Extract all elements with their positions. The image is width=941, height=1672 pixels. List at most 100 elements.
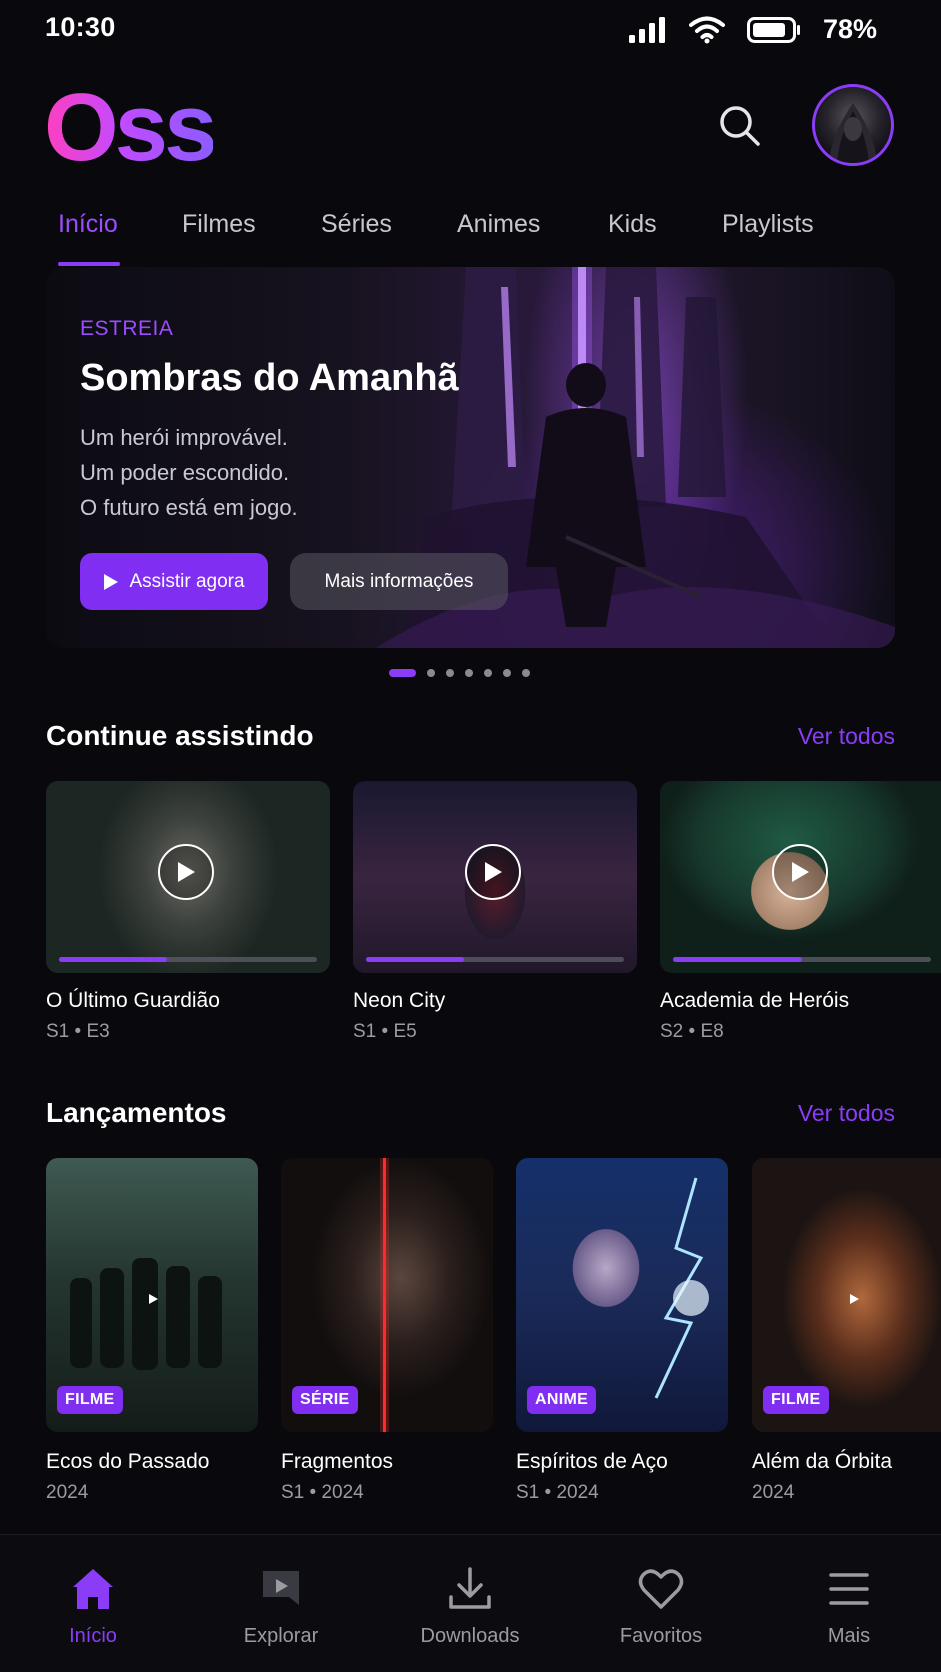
battery-icon <box>746 16 800 43</box>
hero-pager <box>389 669 530 677</box>
app-logo[interactable]: Oss <box>44 80 217 176</box>
nav-mais[interactable]: Mais <box>769 1565 929 1648</box>
release-poster: FILME <box>46 1158 258 1432</box>
play-icon <box>792 862 809 882</box>
nav-label: Início <box>69 1625 117 1647</box>
pager-dot[interactable] <box>522 669 530 677</box>
play-icon <box>104 573 119 590</box>
explore-icon <box>263 1571 299 1605</box>
continue-see-all-link[interactable]: Ver todos <box>798 723 895 750</box>
nav-label: Downloads <box>420 1625 520 1647</box>
release-title: Espíritos de Aço <box>516 1450 668 1473</box>
more-info-label: Mais informações <box>324 570 474 592</box>
type-badge: FILME <box>57 1386 123 1414</box>
category-tabs: Início Filmes Séries Animes Kids Playlis… <box>0 200 941 268</box>
release-meta: S1 • 2024 <box>516 1482 599 1503</box>
continue-title: Academia de Heróis <box>660 989 850 1012</box>
tab-inicio[interactable]: Início <box>58 210 118 239</box>
pager-dot[interactable] <box>446 669 454 677</box>
play-icon <box>485 862 502 882</box>
tab-animes[interactable]: Animes <box>457 210 540 239</box>
continue-title: O Último Guardião <box>46 989 220 1012</box>
nav-favoritos[interactable]: Favoritos <box>581 1565 741 1648</box>
hero-kicker: ESTREIA <box>80 317 174 340</box>
battery-percentage: 78% <box>822 14 877 44</box>
hero-tagline: Um poder escondido. <box>80 460 290 485</box>
active-tab-indicator <box>58 262 120 266</box>
hero-banner[interactable]: ESTREIA Sombras do Amanhã Um herói impro… <box>46 267 895 648</box>
status-bar: 10:30 78% <box>0 0 941 56</box>
download-icon <box>449 1567 491 1609</box>
tab-filmes[interactable]: Filmes <box>182 210 256 239</box>
hero-title: Sombras do Amanhã <box>80 357 459 399</box>
pager-dot[interactable] <box>427 669 435 677</box>
release-title: Ecos do Passado <box>46 1450 210 1473</box>
type-badge: FILME <box>763 1386 829 1414</box>
pager-dot[interactable] <box>484 669 492 677</box>
tab-playlists[interactable]: Playlists <box>722 210 814 239</box>
progress-fill <box>366 957 465 962</box>
avatar[interactable] <box>812 84 894 166</box>
home-icon <box>73 1569 113 1609</box>
signal-icon <box>628 16 665 43</box>
tab-kids[interactable]: Kids <box>608 210 657 239</box>
continue-watching-title: Continue assistindo <box>46 720 314 751</box>
pager-dot[interactable] <box>465 669 473 677</box>
release-meta: S1 • 2024 <box>281 1482 364 1503</box>
watch-now-label: Assistir agora <box>129 570 245 592</box>
release-card[interactable]: ANIME Espíritos de Aço S1 • 2024 <box>516 1158 728 1504</box>
hero-tagline: O futuro está em jogo. <box>80 495 298 520</box>
type-badge: SÉRIE <box>292 1386 358 1414</box>
continue-card[interactable]: Neon City S1 • E5 <box>353 781 637 1043</box>
continue-card[interactable]: Academia de Heróis S2 • E8 <box>660 781 941 1043</box>
bottom-navigation: Início Explorar Downloads Favoritos Mais <box>0 1534 941 1672</box>
play-icon <box>178 862 195 882</box>
search-icon <box>720 106 760 146</box>
progress-bar <box>366 957 624 962</box>
status-icons: 78% <box>628 14 877 45</box>
menu-icon <box>829 1573 869 1605</box>
nav-explorar[interactable]: Explorar <box>201 1565 361 1648</box>
continue-title: Neon City <box>353 989 446 1012</box>
releases-see-all-link[interactable]: Ver todos <box>798 1100 895 1127</box>
release-card[interactable]: FILME Além da Órbita 2024 <box>752 1158 941 1504</box>
continue-thumbnail <box>660 781 941 973</box>
continue-card[interactable]: O Último Guardião S1 • E3 <box>46 781 330 1043</box>
play-button[interactable] <box>158 844 214 900</box>
nav-label: Mais <box>827 1625 871 1647</box>
continue-thumbnail <box>46 781 330 973</box>
hero-tagline: Um herói improvável. <box>80 425 288 450</box>
play-button[interactable] <box>465 844 521 900</box>
avatar-image <box>829 103 877 163</box>
status-time: 10:30 <box>45 12 116 42</box>
release-meta: 2024 <box>46 1482 89 1503</box>
wifi-icon <box>688 16 725 43</box>
continue-thumbnail <box>353 781 637 973</box>
release-title: Além da Órbita <box>752 1450 893 1473</box>
nav-label: Favoritos <box>619 1625 703 1647</box>
continue-episode: S2 • E8 <box>660 1021 724 1042</box>
tab-series[interactable]: Séries <box>321 210 392 239</box>
pager-dot[interactable] <box>389 669 416 677</box>
watch-now-button[interactable]: Assistir agora <box>80 553 268 610</box>
search-button[interactable] <box>716 102 764 150</box>
continue-episode: S1 • E3 <box>46 1021 110 1042</box>
release-card[interactable]: FILME Ecos do Passado 2024 <box>46 1158 258 1504</box>
continue-episode: S1 • E5 <box>353 1021 417 1042</box>
progress-bar <box>673 957 931 962</box>
release-title: Fragmentos <box>281 1450 394 1473</box>
type-badge: ANIME <box>527 1386 597 1414</box>
release-card[interactable]: SÉRIE Fragmentos S1 • 2024 <box>281 1158 493 1504</box>
progress-fill <box>59 957 168 962</box>
play-button[interactable] <box>772 844 828 900</box>
release-poster: ANIME <box>516 1158 728 1432</box>
release-poster: SÉRIE <box>281 1158 493 1432</box>
heart-icon <box>638 1569 684 1609</box>
pager-dot[interactable] <box>503 669 511 677</box>
release-meta: 2024 <box>752 1482 795 1503</box>
nav-inicio[interactable]: Início <box>13 1565 173 1648</box>
nav-downloads[interactable]: Downloads <box>390 1565 550 1648</box>
release-poster: FILME <box>752 1158 941 1432</box>
progress-bar <box>59 957 317 962</box>
more-info-button[interactable]: Mais informações <box>290 553 508 610</box>
